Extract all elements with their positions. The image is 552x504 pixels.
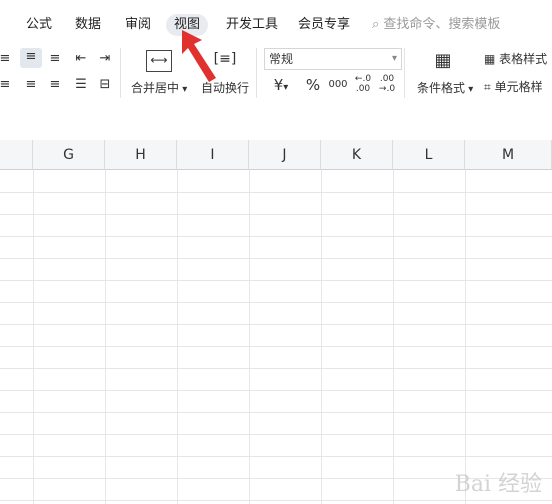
chevron-down-icon: ▾ — [465, 84, 474, 95]
thousands-separator-button[interactable]: 000 — [326, 76, 350, 94]
row-gridline — [0, 456, 552, 457]
cell-style-button[interactable]: ⌗ 单元格样 — [484, 78, 543, 95]
table-style-icon: ▦ — [484, 52, 496, 66]
row-gridline — [0, 324, 552, 325]
decrease-decimal-icon[interactable]: .00 →.0 — [378, 74, 396, 94]
justify-icon[interactable]: ☰ — [72, 76, 90, 94]
row-gridline — [0, 214, 552, 215]
cell-style-label: 单元格样 — [494, 80, 543, 94]
ribbon-divider — [256, 48, 257, 98]
chevron-down-icon: ▾ — [391, 53, 397, 64]
tab-member[interactable]: 会员专享 — [298, 14, 350, 36]
ribbon-toolbar: ≡ ≡ ≡ ⇤ ⇥ ≡ ≡ ≡ ☰ ⊟ ⟷ 合并居中 ▾ [≡] 自动换行 常规… — [0, 44, 552, 105]
row-gridline — [0, 368, 552, 369]
column-header[interactable]: J — [249, 140, 321, 170]
tab-developer[interactable]: 开发工具 — [226, 14, 278, 36]
tab-data[interactable]: 数据 — [75, 14, 101, 36]
sheet-corner — [0, 140, 33, 170]
align-top-icon[interactable]: ≡ — [0, 50, 14, 68]
merge-center-label: 合并居中 — [131, 81, 180, 95]
align-center-icon[interactable]: ≡ — [22, 76, 40, 94]
conditional-format-button[interactable]: 条件格式 ▾ — [417, 79, 473, 96]
search-placeholder: 查找命令、搜索模板 — [383, 17, 501, 32]
search-icon: ⌕ — [372, 17, 380, 32]
percent-button[interactable]: % — [304, 76, 322, 94]
row-gridline — [0, 390, 552, 391]
column-gridline — [177, 170, 178, 504]
column-header[interactable]: H — [105, 140, 177, 170]
ribbon-tabs: 公式 数据 审阅 视图 开发工具 会员专享 ⌕ 查找命令、搜索模板 — [0, 0, 552, 44]
column-header[interactable]: I — [177, 140, 249, 170]
column-header[interactable]: L — [393, 140, 465, 170]
number-format-value: 常规 — [269, 52, 294, 66]
align-right-icon[interactable]: ≡ — [46, 76, 64, 94]
number-format-select[interactable]: 常规 ▾ — [264, 48, 402, 70]
row-gridline — [0, 236, 552, 237]
chevron-down-icon: ▾ — [283, 82, 289, 93]
distributed-icon[interactable]: ⊟ — [96, 76, 114, 94]
merge-center-button[interactable]: 合并居中 ▾ — [131, 79, 187, 96]
currency-button[interactable]: ¥▾ — [268, 76, 294, 97]
align-bottom-icon[interactable]: ≡ — [46, 50, 64, 68]
search-box[interactable]: ⌕ 查找命令、搜索模板 — [372, 14, 500, 36]
column-gridline — [105, 170, 106, 504]
cell-style-icon: ⌗ — [484, 80, 491, 94]
chevron-down-icon: ▾ — [179, 84, 188, 95]
row-gridline — [0, 434, 552, 435]
column-header[interactable]: M — [465, 140, 552, 170]
column-gridline — [249, 170, 250, 504]
conditional-format-label: 条件格式 — [417, 81, 466, 95]
row-gridline — [0, 192, 552, 193]
sheet-grid[interactable]: G H I J K L M — [0, 140, 552, 504]
tab-review[interactable]: 审阅 — [125, 14, 151, 36]
align-left-icon[interactable]: ≡ — [0, 76, 14, 94]
decrease-indent-icon[interactable]: ⇤ — [72, 50, 90, 68]
column-gridline — [393, 170, 394, 504]
column-gridline — [465, 170, 466, 504]
formula-bar[interactable] — [0, 104, 552, 141]
wrap-text-button[interactable]: 自动换行 — [201, 79, 249, 96]
row-gridline — [0, 412, 552, 413]
row-gridline — [0, 258, 552, 259]
conditional-format-icon[interactable]: ▦ — [432, 50, 454, 72]
column-gridline — [321, 170, 322, 504]
row-gridline — [0, 346, 552, 347]
column-header[interactable]: G — [33, 140, 105, 170]
ribbon-divider — [404, 48, 405, 98]
wrap-text-icon[interactable]: [≡] — [212, 50, 238, 72]
align-middle-icon[interactable]: ≡ — [20, 48, 42, 68]
column-header[interactable]: K — [321, 140, 393, 170]
increase-decimal-icon[interactable]: ←.0.00 — [354, 74, 372, 94]
table-style-label: 表格样式 — [499, 52, 548, 66]
watermark-logo: Bai 经验 — [454, 472, 542, 497]
column-gridline — [33, 170, 34, 504]
row-gridline — [0, 500, 552, 501]
tab-formulas[interactable]: 公式 — [26, 14, 52, 36]
tab-view[interactable]: 视图 — [166, 14, 209, 36]
increase-indent-icon[interactable]: ⇥ — [96, 50, 114, 68]
table-style-button[interactable]: ▦ 表格样式 — [484, 50, 547, 67]
ribbon-divider — [120, 48, 121, 98]
row-gridline — [0, 302, 552, 303]
currency-icon: ¥ — [273, 76, 284, 94]
row-gridline — [0, 280, 552, 281]
merge-cells-icon[interactable]: ⟷ — [146, 50, 172, 72]
